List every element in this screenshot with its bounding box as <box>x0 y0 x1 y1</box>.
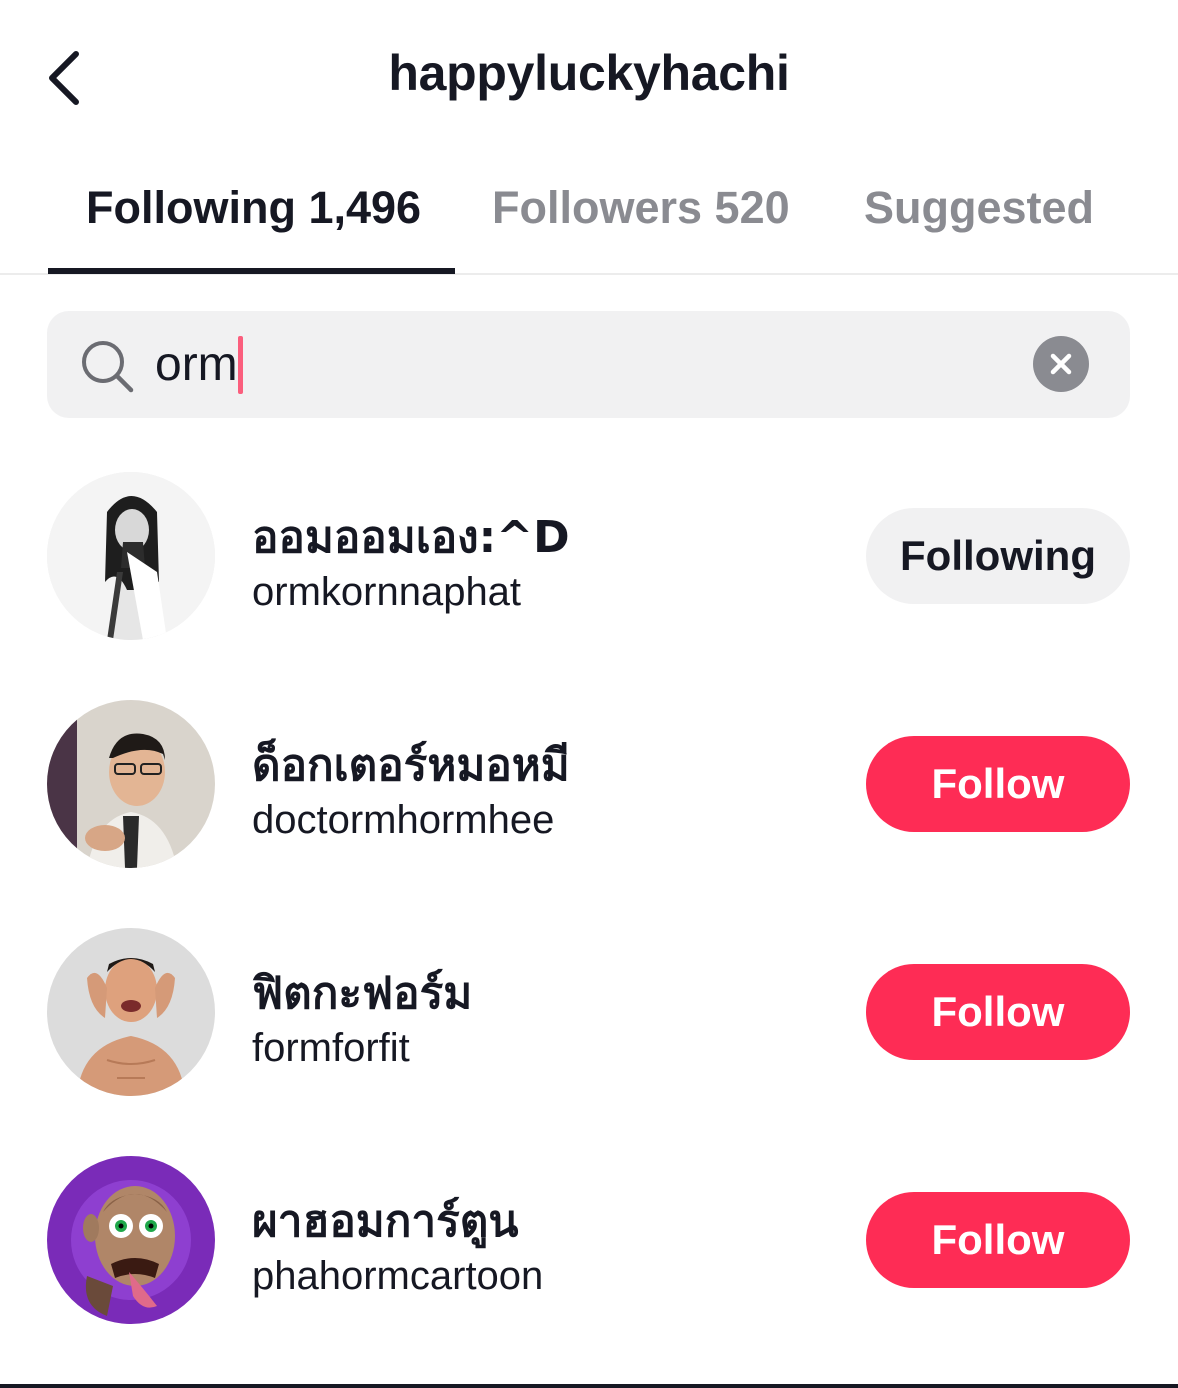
page-title: happyluckyhachi <box>388 45 790 101</box>
search-input[interactable] <box>155 330 975 400</box>
avatar[interactable] <box>47 1156 215 1324</box>
clear-icon <box>1050 353 1072 375</box>
tab-followers[interactable]: Followers 520 <box>492 182 790 234</box>
user-display-name: ด็อกเตอร์หมอหมี <box>252 740 570 791</box>
user-display-name: ผาฮอมการ์ตูน <box>252 1196 519 1247</box>
following-page: happyluckyhachi Following 1,496 Follower… <box>0 0 1178 1388</box>
clear-search-button[interactable] <box>1033 336 1089 392</box>
user-username: ormkornnaphat <box>252 570 522 614</box>
active-tab-indicator <box>48 268 455 274</box>
avatar[interactable] <box>47 928 215 1096</box>
header: happyluckyhachi <box>0 0 1178 150</box>
tab-bar: Following 1,496 Followers 520 Suggested <box>0 150 1178 275</box>
follow-button[interactable]: Follow <box>866 964 1130 1060</box>
user-row[interactable]: ออมออมเอง:^D ormkornnaphat Following <box>0 472 1178 644</box>
following-button[interactable]: Following <box>866 508 1130 604</box>
bottom-divider <box>0 1384 1178 1388</box>
avatar[interactable] <box>47 472 215 640</box>
user-display-name: ออมออมเอง:^D <box>252 512 570 563</box>
follow-button[interactable]: Follow <box>866 1192 1130 1288</box>
user-username: phahormcartoon <box>252 1254 544 1298</box>
user-row[interactable]: ฟิตกะฟอร์ม formforfit Follow <box>0 928 1178 1100</box>
avatar[interactable] <box>47 700 215 868</box>
follow-button[interactable]: Follow <box>866 736 1130 832</box>
user-username: formforfit <box>252 1026 410 1070</box>
tab-suggested[interactable]: Suggested <box>864 182 1094 234</box>
search-icon <box>82 341 134 393</box>
user-row[interactable]: ผาฮอมการ์ตูน phahormcartoon Follow <box>0 1156 1178 1328</box>
user-display-name: ฟิตกะฟอร์ม <box>252 968 473 1019</box>
tab-following[interactable]: Following 1,496 <box>86 182 421 234</box>
text-cursor <box>238 336 243 394</box>
user-row[interactable]: ด็อกเตอร์หมอหมี doctormhormhee Follow <box>0 700 1178 872</box>
user-username: doctormhormhee <box>252 798 555 842</box>
